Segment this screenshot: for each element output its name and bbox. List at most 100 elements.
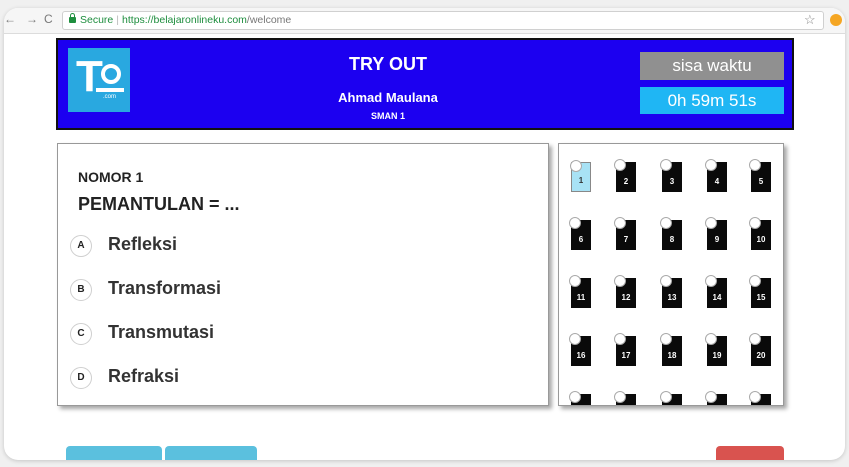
question-card: NOMOR 1 PEMANTULAN = ... A Refleksi B Tr…: [57, 143, 549, 406]
question-cell-25[interactable]: 25: [749, 391, 771, 405]
answer-marker-icon: [705, 217, 717, 229]
logo-sub: .com: [103, 94, 117, 100]
option-a-badge[interactable]: A: [70, 235, 92, 257]
question-cell-6[interactable]: 6: [569, 217, 591, 250]
url-path: /welcome: [246, 14, 292, 26]
site-logo[interactable]: T .com: [68, 48, 130, 112]
question-cell-12[interactable]: 12: [614, 275, 636, 308]
option-b-badge[interactable]: B: [70, 279, 92, 301]
question-cell-number: 1: [578, 176, 584, 185]
answer-marker-icon: [569, 333, 581, 345]
question-cell-14[interactable]: 14: [705, 275, 727, 308]
question-cell-number: 9: [714, 235, 720, 244]
option-a-text[interactable]: Refleksi: [108, 234, 177, 255]
answer-marker-icon: [569, 391, 581, 403]
logo-ring: [101, 64, 121, 84]
question-cell-number: 10: [756, 235, 766, 244]
forward-arrow-icon[interactable]: →: [26, 12, 38, 26]
timer-value: 0h 59m 51s: [640, 87, 784, 114]
answer-marker-icon: [614, 159, 626, 171]
timer-label: sisa waktu: [640, 52, 784, 80]
lock-icon: [69, 13, 76, 23]
next-button[interactable]: [165, 446, 257, 460]
answer-marker-icon: [660, 275, 672, 287]
option-d-text[interactable]: Refraksi: [108, 366, 179, 387]
question-cell-4[interactable]: 4: [705, 159, 727, 192]
answer-marker-icon: [660, 159, 672, 171]
answer-marker-icon: [749, 275, 761, 287]
exam-header: T .com TRY OUT Ahmad Maulana SMAN 1 sisa…: [56, 38, 794, 130]
question-cell-number: 16: [576, 351, 586, 360]
question-navigator: 1234567891011121314151617181920212223242…: [558, 143, 784, 406]
answer-marker-icon: [749, 391, 761, 403]
question-cell-number: 11: [576, 293, 586, 302]
bookmark-star-icon[interactable]: ☆: [804, 12, 816, 28]
question-cell-number: 5: [758, 177, 764, 186]
question-text: PEMANTULAN = ...: [78, 194, 240, 214]
answer-marker-icon: [749, 333, 761, 345]
answer-marker-icon: [705, 275, 717, 287]
question-cell-5[interactable]: 5: [749, 159, 771, 192]
question-cell-8[interactable]: 8: [660, 217, 682, 250]
answer-marker-icon: [569, 217, 581, 229]
answer-marker-icon: [614, 217, 626, 229]
question-cell-16[interactable]: 16: [569, 333, 591, 366]
question-cell-24[interactable]: 24: [705, 391, 727, 405]
question-cell-number: 3: [669, 177, 675, 186]
answer-marker-icon: [660, 333, 672, 345]
question-cell-number: 18: [667, 351, 677, 360]
answer-marker-icon: [614, 275, 626, 287]
question-cell-number: 12: [621, 293, 631, 302]
previous-button[interactable]: [66, 446, 162, 460]
url-host: https://belajaronlineku.com: [122, 14, 247, 26]
secure-label: Secure: [80, 14, 114, 26]
answer-marker-icon: [749, 217, 761, 229]
option-d-badge[interactable]: D: [70, 367, 92, 389]
answer-marker-icon: [749, 159, 761, 171]
option-b-text[interactable]: Transformasi: [108, 278, 221, 299]
question-cell-number: 17: [621, 351, 631, 360]
option-c-badge[interactable]: C: [70, 323, 92, 345]
question-cell-number: 20: [756, 351, 766, 360]
page-title: TRY OUT: [348, 54, 427, 74]
question-cell-1[interactable]: 1: [570, 160, 591, 192]
answer-marker-icon: [660, 217, 672, 229]
answer-marker-icon: [614, 333, 626, 345]
answer-marker-icon: [705, 159, 717, 171]
question-cell-20[interactable]: 20: [749, 333, 771, 366]
question-cell-2[interactable]: 2: [614, 159, 636, 192]
question-cell-number: 19: [712, 351, 722, 360]
browser-toolbar: ← → C Secure | https://belajaronlineku.com…: [4, 8, 845, 34]
question-cell-number: 13: [667, 293, 677, 302]
question-cell-21[interactable]: 21: [569, 391, 591, 405]
question-cell-22[interactable]: 22: [614, 391, 636, 405]
question-cell-10[interactable]: 10: [749, 217, 771, 250]
question-cell-number: 4: [714, 177, 720, 186]
back-arrow-icon[interactable]: ←: [4, 12, 16, 26]
address-bar[interactable]: Secure | https://belajaronlineku.com/welco…: [62, 11, 824, 30]
finish-button[interactable]: [716, 446, 784, 460]
question-cell-23[interactable]: 23: [660, 391, 682, 405]
question-cell-19[interactable]: 19: [705, 333, 727, 366]
question-cell-11[interactable]: 11: [569, 275, 591, 308]
question-cell-18[interactable]: 18: [660, 333, 682, 366]
reload-icon[interactable]: C: [44, 12, 53, 26]
answer-marker-icon: [569, 275, 581, 287]
answer-marker-icon: [660, 391, 672, 403]
option-c-text[interactable]: Transmutasi: [108, 322, 214, 343]
student-name: Ahmad Maulana: [338, 90, 438, 105]
answer-marker-icon: [570, 160, 582, 172]
question-number: NOMOR 1: [78, 169, 144, 185]
question-cell-15[interactable]: 15: [749, 275, 771, 308]
question-cell-number: 15: [756, 293, 766, 302]
question-cell-number: 2: [623, 177, 629, 186]
question-cell-number: 14: [712, 293, 722, 302]
question-cell-9[interactable]: 9: [705, 217, 727, 250]
question-cell-number: 7: [623, 235, 629, 244]
question-cell-3[interactable]: 3: [660, 159, 682, 192]
question-cell-number: 8: [669, 235, 675, 244]
question-cell-7[interactable]: 7: [614, 217, 636, 250]
question-cell-13[interactable]: 13: [660, 275, 682, 308]
extension-icon[interactable]: [830, 14, 842, 26]
question-cell-17[interactable]: 17: [614, 333, 636, 366]
